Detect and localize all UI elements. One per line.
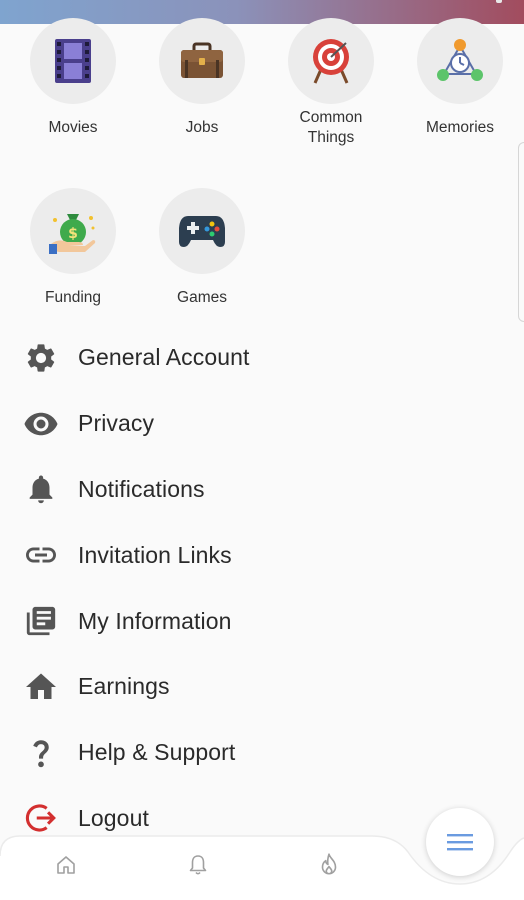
- category-circle: $: [30, 188, 116, 274]
- category-games[interactable]: Games: [142, 188, 262, 308]
- menu-item-label: Privacy: [78, 410, 155, 437]
- document-list-icon: [22, 602, 60, 640]
- bell-icon: [22, 470, 60, 508]
- category-jobs[interactable]: Jobs: [142, 18, 262, 138]
- category-circle: [417, 18, 503, 104]
- link-icon: [22, 536, 60, 574]
- category-label: Movies: [48, 119, 98, 136]
- briefcase-icon: [181, 42, 223, 78]
- menu-item-label: Invitation Links: [78, 541, 232, 568]
- menu-item-label: General Account: [78, 344, 250, 371]
- menu-fab-button[interactable]: [426, 808, 494, 876]
- nav-home[interactable]: [51, 850, 81, 880]
- settings-menu: General Account Privacy Notifications In…: [0, 325, 524, 851]
- category-common-things[interactable]: Common Things: [271, 18, 391, 148]
- category-label: Games: [177, 289, 227, 306]
- flame-icon: [321, 853, 337, 875]
- eye-icon: [22, 405, 60, 443]
- menu-item-general-account[interactable]: General Account: [0, 325, 524, 391]
- film-icon: [55, 39, 91, 83]
- category-memories[interactable]: Memories: [400, 18, 520, 138]
- home-icon: [22, 668, 60, 706]
- menu-item-label: Help & Support: [78, 739, 236, 766]
- bell-icon: [189, 855, 207, 875]
- gear-icon: [22, 339, 60, 377]
- menu-item-notifications[interactable]: Notifications: [0, 457, 524, 523]
- category-circle: [30, 18, 116, 104]
- nav-notifications[interactable]: [183, 850, 213, 880]
- menu-item-invitation-links[interactable]: Invitation Links: [0, 522, 524, 588]
- home-icon: [57, 856, 75, 874]
- network-icon: [437, 39, 483, 81]
- menu-item-label: Logout: [78, 804, 149, 831]
- status-bar-mark: [496, 0, 502, 3]
- category-circle: [159, 188, 245, 274]
- side-panel-edge[interactable]: [518, 142, 524, 322]
- target-icon: [313, 39, 349, 84]
- svg-text:$: $: [68, 226, 78, 242]
- menu-icon: [447, 834, 473, 851]
- menu-item-earnings[interactable]: Earnings: [0, 654, 524, 720]
- menu-item-help-support[interactable]: Help & Support: [0, 720, 524, 786]
- category-circle: [288, 18, 374, 104]
- money-bag-icon: $: [49, 214, 96, 254]
- menu-item-my-information[interactable]: My Information: [0, 588, 524, 654]
- gamepad-icon: [179, 216, 225, 247]
- question-icon: [22, 734, 60, 772]
- menu-item-privacy[interactable]: Privacy: [0, 391, 524, 457]
- category-label: Jobs: [185, 119, 219, 136]
- category-circle: [159, 18, 245, 104]
- category-label: Funding: [44, 289, 101, 306]
- menu-item-label: Earnings: [78, 673, 170, 700]
- menu-item-label: My Information: [78, 607, 232, 634]
- category-movies[interactable]: Movies: [13, 18, 133, 138]
- menu-item-label: Notifications: [78, 475, 205, 502]
- category-label: Common Things: [299, 109, 363, 146]
- nav-trending[interactable]: [314, 850, 344, 880]
- category-funding[interactable]: $ Funding: [13, 188, 133, 308]
- category-label: Memories: [425, 119, 495, 136]
